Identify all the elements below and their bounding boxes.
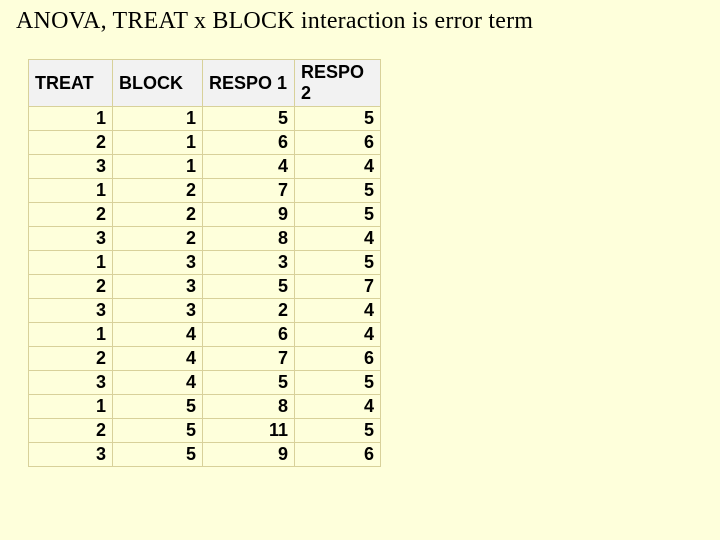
table-row: 3324 — [29, 299, 381, 323]
cell-respo2: 5 — [295, 251, 381, 275]
table-row: 2476 — [29, 347, 381, 371]
table-row: 2295 — [29, 203, 381, 227]
table-row: 3596 — [29, 443, 381, 467]
table-row: 2357 — [29, 275, 381, 299]
cell-block: 1 — [113, 107, 203, 131]
cell-block: 3 — [113, 275, 203, 299]
table-row: 1335 — [29, 251, 381, 275]
data-table-head: TREAT BLOCK RESPO 1 RESPO 2 — [29, 60, 381, 107]
cell-treat: 2 — [29, 131, 113, 155]
cell-treat: 3 — [29, 443, 113, 467]
cell-respo2: 4 — [295, 395, 381, 419]
cell-respo2: 5 — [295, 179, 381, 203]
cell-treat: 1 — [29, 323, 113, 347]
cell-respo1: 7 — [203, 347, 295, 371]
header-treat: TREAT — [29, 60, 113, 107]
cell-block: 5 — [113, 443, 203, 467]
cell-respo1: 6 — [203, 323, 295, 347]
cell-block: 5 — [113, 419, 203, 443]
cell-treat: 3 — [29, 299, 113, 323]
data-table: TREAT BLOCK RESPO 1 RESPO 2 115521663144… — [28, 59, 381, 467]
cell-respo1: 5 — [203, 107, 295, 131]
cell-treat: 2 — [29, 347, 113, 371]
cell-block: 2 — [113, 203, 203, 227]
page-title: ANOVA, TREAT x BLOCK interaction is erro… — [16, 8, 704, 35]
cell-respo2: 5 — [295, 107, 381, 131]
cell-respo2: 7 — [295, 275, 381, 299]
cell-block: 2 — [113, 227, 203, 251]
cell-block: 5 — [113, 395, 203, 419]
page-root: ANOVA, TREAT x BLOCK interaction is erro… — [0, 0, 720, 467]
cell-treat: 1 — [29, 107, 113, 131]
cell-block: 1 — [113, 155, 203, 179]
cell-block: 3 — [113, 251, 203, 275]
table-row: 1464 — [29, 323, 381, 347]
table-row: 1275 — [29, 179, 381, 203]
cell-respo2: 6 — [295, 131, 381, 155]
cell-respo1: 7 — [203, 179, 295, 203]
table-row: 25115 — [29, 419, 381, 443]
cell-respo2: 5 — [295, 371, 381, 395]
header-respo1: RESPO 1 — [203, 60, 295, 107]
header-row: TREAT BLOCK RESPO 1 RESPO 2 — [29, 60, 381, 107]
cell-respo1: 11 — [203, 419, 295, 443]
data-table-body: 1155216631441275229532841335235733241464… — [29, 107, 381, 467]
cell-respo2: 4 — [295, 227, 381, 251]
table-row: 3144 — [29, 155, 381, 179]
header-respo2: RESPO 2 — [295, 60, 381, 107]
cell-treat: 2 — [29, 203, 113, 227]
cell-treat: 2 — [29, 275, 113, 299]
cell-respo1: 4 — [203, 155, 295, 179]
cell-treat: 2 — [29, 419, 113, 443]
cell-block: 4 — [113, 371, 203, 395]
cell-treat: 1 — [29, 179, 113, 203]
cell-block: 1 — [113, 131, 203, 155]
cell-respo2: 4 — [295, 155, 381, 179]
cell-block: 4 — [113, 347, 203, 371]
table-row: 1155 — [29, 107, 381, 131]
cell-respo1: 8 — [203, 227, 295, 251]
cell-respo1: 2 — [203, 299, 295, 323]
cell-respo1: 9 — [203, 203, 295, 227]
cell-respo1: 6 — [203, 131, 295, 155]
cell-treat: 1 — [29, 395, 113, 419]
cell-respo1: 5 — [203, 275, 295, 299]
cell-respo2: 4 — [295, 323, 381, 347]
cell-respo1: 3 — [203, 251, 295, 275]
cell-respo2: 6 — [295, 347, 381, 371]
table-row: 2166 — [29, 131, 381, 155]
cell-treat: 1 — [29, 251, 113, 275]
cell-respo2: 6 — [295, 443, 381, 467]
cell-respo2: 5 — [295, 419, 381, 443]
cell-respo1: 8 — [203, 395, 295, 419]
cell-block: 2 — [113, 179, 203, 203]
header-block: BLOCK — [113, 60, 203, 107]
cell-block: 4 — [113, 323, 203, 347]
table-row: 1584 — [29, 395, 381, 419]
data-table-wrap: TREAT BLOCK RESPO 1 RESPO 2 115521663144… — [28, 59, 704, 467]
cell-block: 3 — [113, 299, 203, 323]
table-row: 3284 — [29, 227, 381, 251]
cell-respo2: 4 — [295, 299, 381, 323]
cell-respo2: 5 — [295, 203, 381, 227]
cell-treat: 3 — [29, 227, 113, 251]
cell-respo1: 9 — [203, 443, 295, 467]
cell-respo1: 5 — [203, 371, 295, 395]
table-row: 3455 — [29, 371, 381, 395]
cell-treat: 3 — [29, 371, 113, 395]
cell-treat: 3 — [29, 155, 113, 179]
